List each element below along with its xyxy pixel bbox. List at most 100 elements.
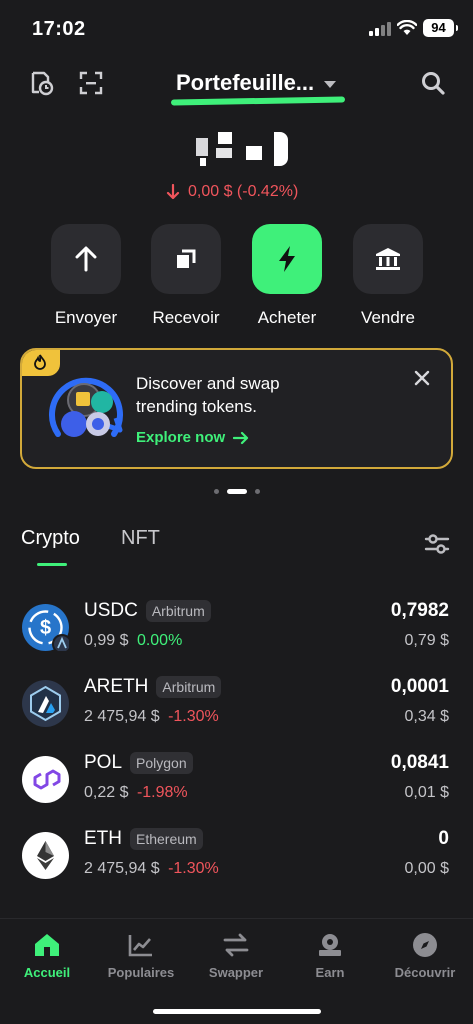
lightning-icon (279, 246, 295, 272)
nav-label: Populaires (107, 965, 175, 980)
home-icon (33, 931, 61, 959)
svg-text:$: $ (40, 617, 51, 639)
tab-crypto[interactable]: Crypto (21, 527, 80, 550)
token-row-areth[interactable]: ARETH Arbitrum 2 475,94 $ -1.30% 0,0001 … (0, 676, 473, 736)
token-row-usdc[interactable]: $ USDC Arbitrum 0,99 $ 0.00% 0,7982 0,79… (0, 600, 473, 660)
tab-indicator (37, 563, 67, 566)
token-price-row: 0,99 $ 0.00% (84, 632, 182, 650)
token-name-row: USDC Arbitrum (84, 600, 211, 622)
token-amount: 0,7982 (390, 600, 449, 621)
token-price: 0,22 $ (84, 784, 129, 801)
sell-label: Vendre (361, 308, 415, 327)
chain-badge: Arbitrum (156, 676, 222, 698)
arrow-up-icon (75, 246, 97, 272)
earn-icon (316, 931, 344, 959)
token-change: -1.98% (136, 784, 188, 801)
token-row-eth[interactable]: ETH Ethereum 2 475,94 $ -1.30% 0 0,00 $ (0, 828, 473, 888)
chevron-down-icon (324, 80, 337, 88)
token-value: 0,01 $ (404, 784, 449, 801)
balance-change: 0,00 $ (-0.42%) (166, 183, 298, 201)
asset-tabs: Crypto NFT (0, 525, 473, 571)
compass-icon (411, 931, 439, 959)
search-icon[interactable] (420, 70, 446, 96)
token-price-row: 2 475,94 $ -1.30% (84, 860, 219, 878)
token-symbol: ARETH (84, 676, 149, 697)
token-price-row: 0,22 $ -1.98% (84, 784, 188, 802)
token-price: 2 475,94 $ (84, 860, 160, 877)
tokens-illustration (49, 377, 123, 437)
wallet-selector[interactable]: Portefeuille... (176, 70, 337, 96)
explore-now-label: Explore now (136, 429, 226, 446)
token-amount: 0 (438, 828, 449, 849)
explore-now-link[interactable]: Explore now (136, 429, 249, 446)
promo-text: Discover and swap trending tokens. (136, 374, 280, 416)
buy-button[interactable]: Acheter (237, 224, 337, 328)
balance-hidden (196, 132, 292, 168)
balance-change-text: 0,00 $ (-0.42%) (188, 183, 299, 200)
sell-icon-box[interactable] (353, 224, 423, 294)
chain-badge: Arbitrum (145, 600, 211, 622)
token-change: -1.30% (168, 708, 219, 725)
carousel-dots (0, 489, 473, 494)
chart-icon (127, 931, 155, 959)
token-value: 0,00 $ (404, 860, 449, 877)
carousel-dot[interactable] (254, 489, 260, 494)
send-button[interactable]: Envoyer (36, 224, 136, 328)
polygon-icon (22, 756, 69, 803)
ethereum-icon (22, 832, 69, 879)
token-symbol: POL (84, 752, 123, 773)
arrow-right-icon (233, 431, 249, 444)
nav-item-swap[interactable]: Swapper (189, 931, 283, 980)
wallet-name: Portefeuille... (176, 70, 315, 95)
buy-icon-box[interactable] (252, 224, 322, 294)
buy-label: Acheter (257, 308, 317, 327)
swap-icon (222, 931, 250, 959)
arrow-down-icon (166, 184, 180, 200)
close-icon[interactable] (412, 368, 432, 388)
chain-badge: Polygon (130, 752, 193, 774)
carousel-dot[interactable] (213, 489, 219, 494)
sell-button[interactable]: Vendre (338, 224, 438, 328)
arbitrum-icon (22, 680, 69, 727)
carousel-dot-active[interactable] (226, 489, 247, 494)
token-price-row: 2 475,94 $ -1.30% (84, 708, 219, 726)
title-underline (170, 96, 346, 106)
nav-label: Découvrir (394, 965, 456, 980)
token-symbol: USDC (84, 600, 138, 621)
scan-icon[interactable] (78, 70, 104, 96)
nav-label: Accueil (23, 965, 71, 980)
token-row-pol[interactable]: POL Polygon 0,22 $ -1.98% 0,0841 0,01 $ (0, 752, 473, 812)
send-icon-box[interactable] (51, 224, 121, 294)
status-bar: 17:02 94 (0, 0, 473, 56)
filter-icon[interactable] (424, 531, 450, 557)
battery-indicator: 94 (423, 19, 458, 37)
token-change: -1.30% (168, 860, 219, 877)
nav-item-earn[interactable]: Earn (283, 931, 377, 980)
wifi-icon (397, 20, 417, 35)
bottom-nav: Accueil Populaires Swapper Earn Découvri… (0, 918, 473, 1024)
receive-label: Recevoir (152, 308, 220, 327)
nav-label: Swapper (208, 965, 264, 980)
token-value: 0,79 $ (404, 632, 449, 649)
nav-item-popular[interactable]: Populaires (94, 931, 188, 980)
token-name-row: ETH Ethereum (84, 828, 203, 850)
nav-item-discover[interactable]: Découvrir (378, 931, 472, 980)
send-label: Envoyer (54, 308, 118, 327)
token-change: 0.00% (136, 632, 183, 649)
bank-icon (376, 248, 400, 270)
nav-label: Earn (315, 965, 345, 980)
chain-badge: Ethereum (130, 828, 203, 850)
history-icon[interactable] (28, 70, 54, 96)
nav-item-home[interactable]: Accueil (0, 931, 94, 980)
tab-nft[interactable]: NFT (121, 527, 160, 550)
copy-icon (177, 249, 196, 268)
home-indicator (153, 1009, 321, 1014)
receive-button[interactable]: Recevoir (136, 224, 236, 328)
promo-card[interactable]: Discover and swap trending tokens. Explo… (20, 348, 453, 469)
token-price: 0,99 $ (84, 632, 129, 649)
token-value: 0,34 $ (404, 708, 449, 725)
token-price: 2 475,94 $ (84, 708, 160, 725)
receive-icon-box[interactable] (151, 224, 221, 294)
signal-icon (369, 22, 391, 36)
header: Portefeuille... (0, 62, 473, 112)
